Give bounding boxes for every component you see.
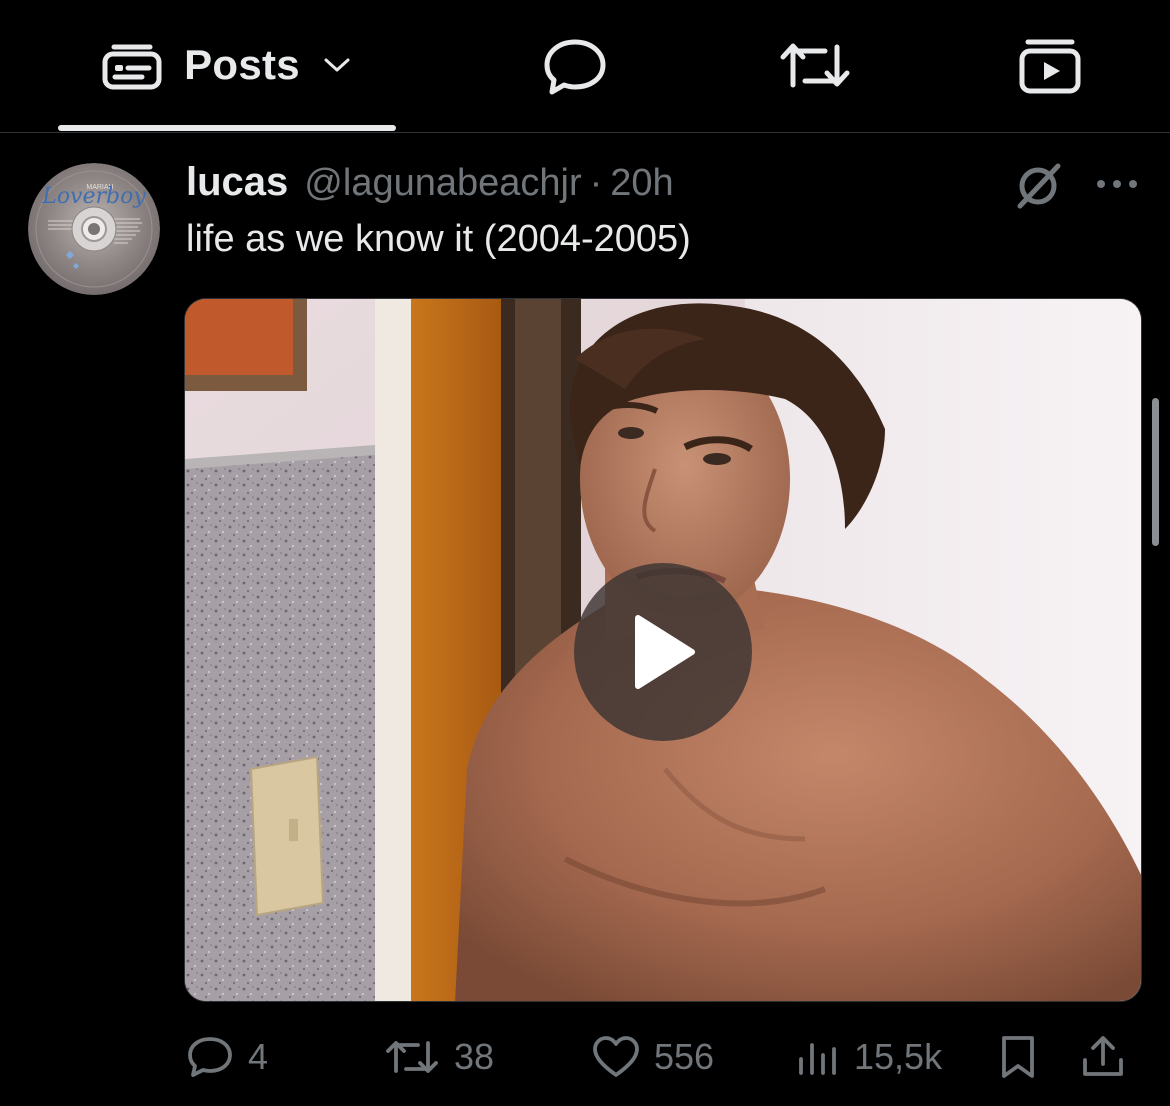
author-handle[interactable]: @lagunabeachjr: [304, 162, 581, 205]
share-button[interactable]: [1080, 1022, 1126, 1092]
video-stack-icon: [1018, 36, 1082, 96]
bookmark-icon: [996, 1034, 1040, 1080]
like-count: 556: [654, 1036, 715, 1077]
reply-button[interactable]: 4: [186, 1022, 268, 1092]
meta-separator: ·: [589, 162, 603, 204]
post-timestamp[interactable]: 20h: [610, 162, 673, 205]
app-frame: Posts MARIAH Loverboy lucas @lagunabeach…: [0, 0, 1170, 1106]
post-header: lucas @lagunabeachjr · 20h: [186, 160, 674, 210]
repost-icon: [384, 1037, 440, 1077]
tab-posts-label: Posts: [184, 41, 300, 88]
like-button[interactable]: 556: [592, 1022, 714, 1092]
play-icon: [628, 612, 698, 692]
speech-bubble-icon: [542, 37, 608, 95]
tab-videos[interactable]: [1005, 0, 1095, 132]
repost-button[interactable]: 38: [384, 1022, 494, 1092]
feed-icon: [102, 40, 162, 90]
author-display-name[interactable]: lucas: [186, 160, 288, 205]
active-tab-indicator: [58, 125, 396, 131]
bookmark-button[interactable]: [996, 1022, 1040, 1092]
post-action-bar: 4 38 556 15,5k: [0, 1022, 1170, 1092]
tab-replies[interactable]: [530, 0, 620, 132]
views-button[interactable]: 15,5k: [796, 1022, 942, 1092]
scrollbar[interactable]: [1152, 398, 1159, 546]
chevron-down-icon[interactable]: [322, 55, 352, 75]
avatar[interactable]: MARIAH Loverboy: [28, 163, 160, 295]
bar-chart-icon: [796, 1037, 840, 1077]
play-button[interactable]: [574, 563, 752, 741]
tab-reposts[interactable]: [770, 0, 860, 132]
share-icon: [1080, 1034, 1126, 1080]
repost-count: 38: [454, 1036, 495, 1077]
reply-icon: [186, 1035, 234, 1079]
avatar-album-text: Loverboy: [41, 184, 146, 209]
view-count: 15,5k: [854, 1036, 943, 1077]
post-text: life as we know it (2004-2005): [186, 218, 691, 260]
more-options-icon[interactable]: [1094, 170, 1140, 198]
grok-icon[interactable]: [1012, 160, 1064, 212]
tab-posts[interactable]: Posts: [58, 0, 396, 132]
heart-icon: [592, 1035, 640, 1079]
reply-count: 4: [248, 1036, 269, 1077]
profile-tab-bar: Posts: [0, 0, 1170, 133]
repost-icon: [777, 39, 853, 93]
